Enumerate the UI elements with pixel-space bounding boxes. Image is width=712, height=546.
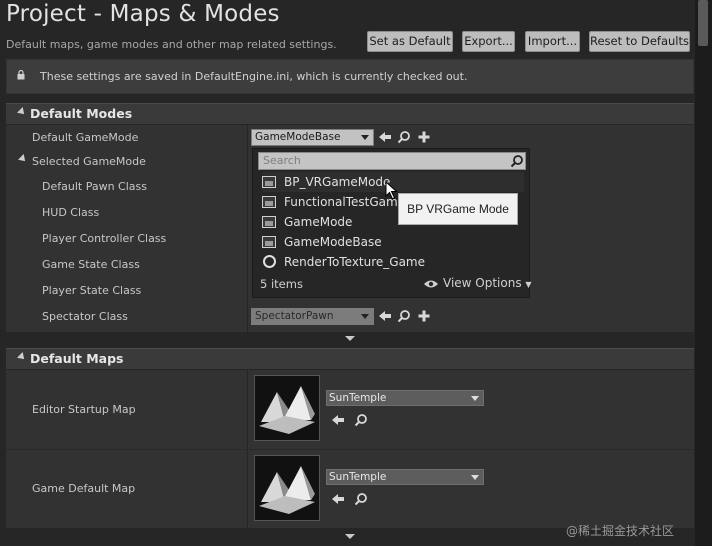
search-icon <box>510 155 523 168</box>
picker-item-functionaltestgamemode[interactable]: FunctionalTestGameMode <box>262 192 398 212</box>
spectator-class-value: SpectatorPawn <box>255 310 334 322</box>
game-default-map-combo[interactable]: SunTemple <box>326 469 484 485</box>
player-controller-class-label: Player Controller Class <box>42 232 167 245</box>
map-thumbnail[interactable] <box>254 455 320 521</box>
editor-startup-map-value: SunTemple <box>329 392 387 404</box>
player-state-class-label: Player State Class <box>42 284 142 297</box>
mouse-cursor-icon <box>385 181 398 200</box>
picker-item-label: RenderToTexture_Game <box>284 255 426 269</box>
map-asset-icon <box>259 466 315 514</box>
blueprint-class-icon <box>262 216 276 228</box>
selected-gamemode-label: Selected GameMode <box>32 155 146 168</box>
scrollbar-thumb[interactable] <box>698 0 708 46</box>
game-default-map-value: SunTemple <box>329 471 387 483</box>
chevron-down-icon: ▼ <box>525 280 532 289</box>
item-tooltip: BP VRGame Mode <box>398 193 518 225</box>
spectator-class-combo[interactable]: SpectatorPawn <box>251 308 374 325</box>
view-options-label: View Options <box>443 276 522 290</box>
browse-search-icon[interactable] <box>397 130 411 144</box>
page-title: Project - Maps & Modes <box>6 1 280 27</box>
game-default-map-label: Game Default Map <box>32 482 136 495</box>
default-gamemode-value: GameModeBase <box>255 131 341 143</box>
add-icon[interactable] <box>417 130 431 144</box>
spectator-class-label: Spectator Class <box>42 310 128 323</box>
add-icon[interactable] <box>417 309 431 323</box>
advanced-expand-icon[interactable] <box>345 336 355 341</box>
blueprint-class-icon <box>262 236 276 248</box>
import-button[interactable]: Import... <box>525 31 580 52</box>
picker-item-rendertotexture-game[interactable]: RenderToTexture_Game <box>262 252 524 272</box>
default-pawn-class-label: Default Pawn Class <box>42 180 147 193</box>
blueprint-class-icon <box>262 176 276 188</box>
notice-text: These settings are saved in DefaultEngin… <box>40 70 468 83</box>
lock-icon <box>17 70 25 80</box>
column-divider <box>247 125 248 332</box>
picker-item-label: BP_VRGameMode <box>284 175 391 189</box>
default-gamemode-combo[interactable]: GameModeBase <box>251 129 374 146</box>
default-gamemode-label: Default GameMode <box>32 131 139 144</box>
export-button[interactable]: Export... <box>462 31 515 52</box>
browse-search-icon[interactable] <box>354 492 368 506</box>
game-state-class-label: Game State Class <box>42 258 140 271</box>
blueprint-class-icon <box>262 196 276 208</box>
picker-item-label: GameModeBase <box>284 235 382 249</box>
reset-to-defaults-button[interactable]: Reset to Defaults <box>589 31 690 52</box>
use-selected-arrow-icon[interactable] <box>378 130 392 144</box>
browse-search-icon[interactable] <box>397 309 411 323</box>
picker-item-label: GameMode <box>284 215 353 229</box>
view-options-button[interactable]: View Options ▼ <box>443 276 532 290</box>
row-divider <box>6 449 694 450</box>
editor-startup-map-combo[interactable]: SunTemple <box>326 390 484 406</box>
use-selected-arrow-icon[interactable] <box>331 492 345 506</box>
default-modes-title: Default Modes <box>30 106 133 121</box>
scrollbar-track[interactable] <box>695 0 712 546</box>
picker-item-count: 5 items <box>260 277 303 291</box>
use-selected-arrow-icon[interactable] <box>331 413 345 427</box>
page-subtitle: Default maps, game modes and other map r… <box>6 38 337 51</box>
native-class-icon <box>263 255 276 268</box>
map-asset-icon <box>259 386 315 434</box>
picker-search-input[interactable]: Search <box>258 152 526 170</box>
hud-class-label: HUD Class <box>42 206 100 219</box>
picker-search-placeholder: Search <box>263 154 301 167</box>
editor-startup-map-label: Editor Startup Map <box>32 403 136 416</box>
use-selected-arrow-icon[interactable] <box>378 309 392 323</box>
advanced-expand-icon[interactable] <box>345 534 355 539</box>
map-thumbnail[interactable] <box>254 375 320 441</box>
default-maps-title: Default Maps <box>30 351 124 366</box>
browse-search-icon[interactable] <box>354 413 368 427</box>
picker-item-gamemodebase[interactable]: GameModeBase <box>262 232 524 252</box>
picker-item-label: FunctionalTestGameMode <box>284 195 398 209</box>
watermark: @稀土掘金技术社区 <box>566 524 675 538</box>
eye-icon <box>424 280 438 288</box>
set-as-default-button[interactable]: Set as Default <box>367 31 453 52</box>
